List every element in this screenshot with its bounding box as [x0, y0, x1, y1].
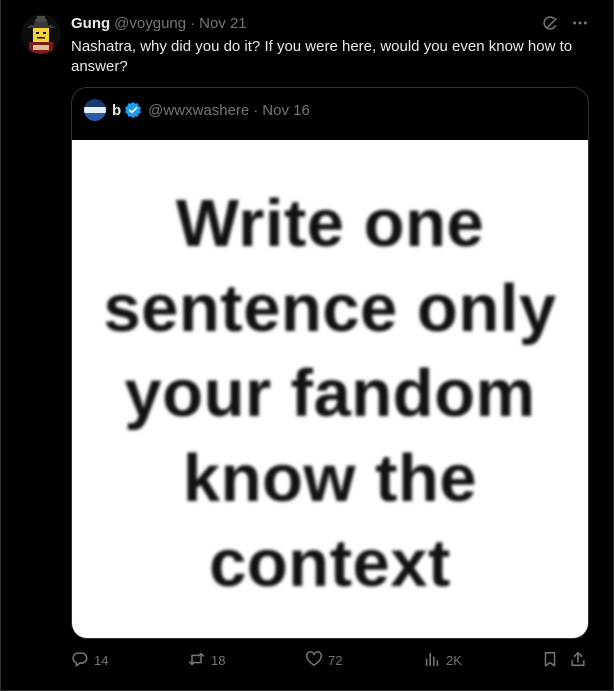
bookmark-icon: [541, 650, 564, 671]
reply-count: 14: [94, 653, 109, 668]
tweet-action-bar: 14 18 72 2K: [71, 650, 591, 672]
repost-count: 18: [211, 653, 226, 668]
share-icon: [569, 650, 592, 671]
quoted-image-caption: Write one sentence only your fandom know…: [103, 185, 557, 601]
quoted-author-name[interactable]: b: [112, 102, 121, 119]
views-icon: [423, 650, 446, 671]
repost-button[interactable]: 18: [187, 650, 225, 671]
quoted-tweet-date[interactable]: Nov 16: [262, 102, 310, 119]
views-count: 2K: [446, 653, 462, 668]
share-button[interactable]: [569, 650, 592, 671]
grok-icon[interactable]: [541, 14, 559, 32]
quoted-tweet[interactable]: b @wwxwashere · Nov 16 Write one sentenc…: [71, 87, 589, 639]
views-button[interactable]: 2K: [423, 650, 462, 671]
tweet-container[interactable]: Gung @voygung · Nov 21 Nashatra, why did…: [0, 0, 614, 691]
quoted-tweet-image[interactable]: Write one sentence only your fandom know…: [72, 140, 588, 638]
quoted-separator-dot: ·: [253, 101, 259, 119]
tweet-text: Nashatra, why did you do it? If you were…: [71, 38, 573, 75]
separator-dot: ·: [190, 14, 196, 32]
repost-icon: [187, 650, 211, 671]
reply-button[interactable]: 14: [71, 650, 108, 671]
more-icon[interactable]: [571, 14, 589, 32]
quoted-author-handle[interactable]: @wwxwashere: [148, 102, 249, 119]
author-name[interactable]: Gung: [71, 15, 110, 32]
reply-icon: [71, 650, 94, 671]
quoted-tweet-header: b @wwxwashere · Nov 16: [84, 99, 310, 121]
author-avatar[interactable]: [21, 14, 61, 54]
like-icon: [305, 650, 328, 671]
tweet-header: Gung @voygung · Nov 21: [71, 13, 247, 33]
quoted-author-avatar[interactable]: [84, 99, 106, 121]
bookmark-button[interactable]: [541, 650, 564, 671]
like-button[interactable]: 72: [305, 650, 342, 671]
tweet-top-actions: [541, 14, 589, 32]
tweet-date[interactable]: Nov 21: [199, 15, 247, 32]
verified-badge-icon: [124, 101, 142, 119]
like-count: 72: [328, 653, 343, 668]
author-handle[interactable]: @voygung: [114, 15, 186, 32]
